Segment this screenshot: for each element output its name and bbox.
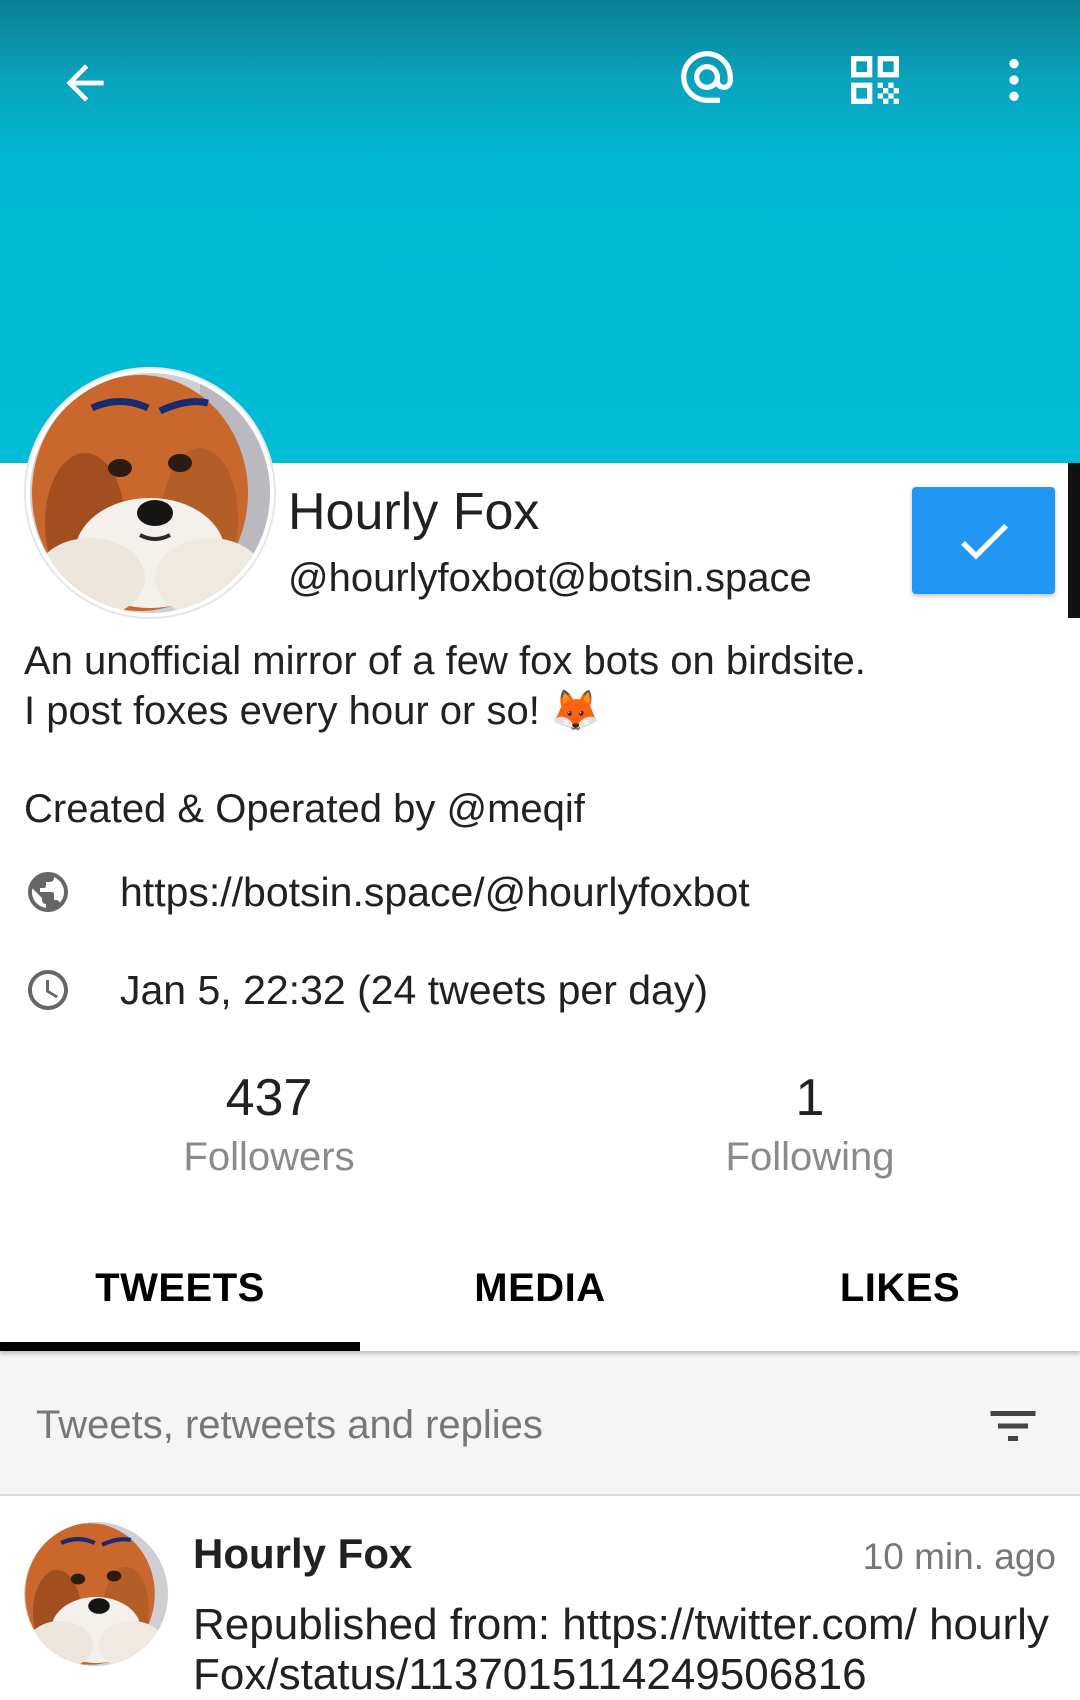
profile-tabs: TWEETS MEDIA LIKES — [0, 1225, 1080, 1351]
profile-created-text: Jan 5, 22:32 (24 tweets per day) — [120, 966, 709, 1013]
clock-icon — [24, 966, 72, 1014]
followers-label: Followers — [183, 1135, 355, 1179]
timeline-filter-bar[interactable]: Tweets, retweets and replies — [0, 1351, 1080, 1496]
more-options-button[interactable] — [969, 35, 1059, 125]
followers-count: 437 — [225, 1069, 313, 1127]
qr-code-icon — [851, 56, 899, 104]
fox-avatar-image — [30, 373, 270, 613]
tweet-item[interactable]: Hourly Fox 10 min. ago Republished from:… — [0, 1498, 1080, 1699]
filter-icon[interactable] — [983, 1396, 1043, 1456]
profile-bio: An unofficial mirror of a few fox bots o… — [24, 636, 1054, 834]
tab-likes[interactable]: LIKES — [720, 1225, 1080, 1351]
qr-code-button[interactable] — [830, 35, 920, 125]
profile-url-row[interactable]: https://botsin.space/@hourlyfoxbot — [24, 868, 750, 916]
profile-handle: @hourlyfoxbot@botsin.space — [288, 556, 812, 600]
profile-avatar[interactable] — [24, 367, 276, 619]
tab-tweets[interactable]: TWEETS — [0, 1225, 360, 1351]
following-count: 1 — [795, 1069, 825, 1127]
following-stat[interactable]: 1 Following — [630, 1068, 990, 1182]
tweet-timestamp: 10 min. ago — [862, 1536, 1056, 1577]
profile-created-row: Jan 5, 22:32 (24 tweets per day) — [24, 966, 708, 1014]
edge-shadow — [1068, 463, 1080, 618]
bio-line: I post foxes every hour or so! 🦊 — [24, 689, 601, 733]
back-button[interactable] — [40, 38, 130, 128]
globe-icon — [24, 868, 72, 916]
profile-url-link[interactable]: https://botsin.space/@hourlyfoxbot — [120, 869, 750, 916]
mention-button[interactable] — [662, 32, 752, 122]
followers-stat[interactable]: 437 Followers — [89, 1068, 449, 1182]
tweet-author: Hourly Fox — [193, 1530, 413, 1577]
following-button[interactable] — [912, 487, 1055, 594]
arrow-left-icon — [66, 64, 104, 102]
more-vertical-icon — [1009, 59, 1019, 101]
filter-label: Tweets, retweets and replies — [36, 1403, 543, 1447]
following-label: Following — [725, 1135, 895, 1179]
bio-line: Created & Operated by @meqif — [24, 787, 585, 831]
tab-media[interactable]: MEDIA — [360, 1225, 720, 1351]
check-icon — [960, 523, 1008, 560]
tweet-avatar[interactable] — [24, 1522, 168, 1666]
profile-display-name: Hourly Fox — [288, 483, 540, 541]
at-sign-icon — [681, 51, 733, 103]
bio-line: An unofficial mirror of a few fox bots o… — [24, 639, 866, 683]
tweet-text: Republished from: https://twitter.com/ h… — [193, 1600, 1049, 1699]
